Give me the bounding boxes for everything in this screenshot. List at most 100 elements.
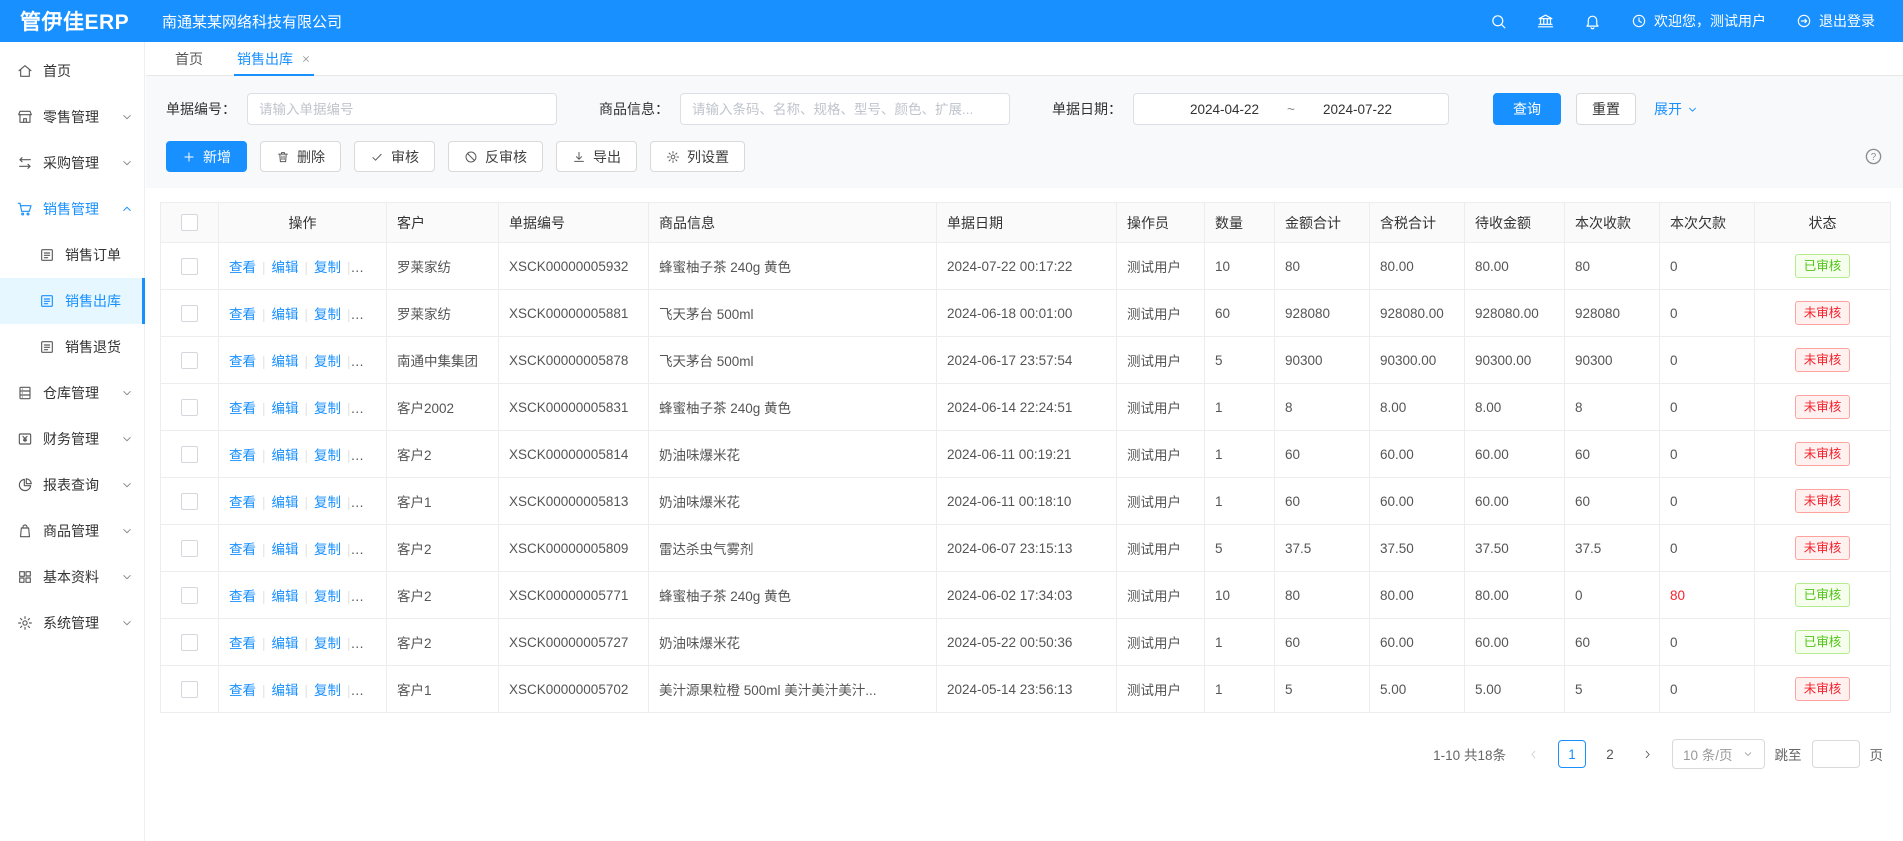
sidebar-item-sales-outbound[interactable]: 销售出库: [0, 278, 144, 324]
action-copy-link[interactable]: 复制: [314, 683, 341, 698]
action-edit-link[interactable]: 编辑: [272, 307, 299, 322]
status-cell: 未审核: [1755, 337, 1891, 384]
page-size-select[interactable]: 10 条/页: [1672, 739, 1765, 769]
tax_total-cell: 90300.00: [1370, 337, 1465, 384]
unaudit-button[interactable]: 反审核: [448, 141, 543, 172]
receivable-cell: 90300.00: [1465, 337, 1565, 384]
action-view-link[interactable]: 查看: [229, 260, 256, 275]
action-copy-link[interactable]: 复制: [314, 589, 341, 604]
row-checkbox[interactable]: [181, 587, 198, 604]
prev-page-button[interactable]: [1520, 740, 1548, 768]
tab-sales-outbound[interactable]: 销售出库: [220, 42, 328, 75]
action-copy-link[interactable]: 复制: [314, 448, 341, 463]
delete-button[interactable]: 删除: [260, 141, 341, 172]
action-view-link[interactable]: 查看: [229, 448, 256, 463]
reset-button[interactable]: 重置: [1576, 93, 1636, 125]
sidebar-item-basic-data[interactable]: 基本资料: [0, 554, 144, 600]
row-checkbox[interactable]: [181, 446, 198, 463]
action-view-link[interactable]: 查看: [229, 354, 256, 369]
row-checkbox[interactable]: [181, 540, 198, 557]
product-info-input[interactable]: [680, 93, 1010, 125]
sidebar-item-warehouse-mgmt[interactable]: 仓库管理: [0, 370, 144, 416]
page-number-button[interactable]: 2: [1596, 740, 1624, 768]
search-icon[interactable]: [1490, 13, 1507, 30]
action-view-link[interactable]: 查看: [229, 589, 256, 604]
action-copy-link[interactable]: 复制: [314, 542, 341, 557]
sidebar-item-home[interactable]: 首页: [0, 48, 144, 94]
column-header: 客户: [387, 203, 499, 243]
logout-button[interactable]: 退出登录: [1796, 11, 1875, 31]
sidebar-item-system-mgmt[interactable]: 系统管理: [0, 600, 144, 646]
row-checkbox[interactable]: [181, 352, 198, 369]
action-view-link[interactable]: 查看: [229, 683, 256, 698]
select-all-checkbox[interactable]: [181, 214, 198, 231]
link-separator: |: [262, 589, 266, 604]
bank-icon[interactable]: [1537, 13, 1554, 30]
status-badge: 未审核: [1795, 442, 1851, 465]
next-page-button[interactable]: [1634, 740, 1662, 768]
sidebar-item-report-query[interactable]: 报表查询: [0, 462, 144, 508]
row-checkbox[interactable]: [181, 493, 198, 510]
sidebar-item-sales-order[interactable]: 销售订单: [0, 232, 144, 278]
bell-icon[interactable]: [1584, 13, 1601, 30]
row-checkbox[interactable]: [181, 681, 198, 698]
action-edit-link[interactable]: 编辑: [272, 683, 299, 698]
sidebar-item-label: 销售出库: [65, 291, 121, 311]
action-view-link[interactable]: 查看: [229, 401, 256, 416]
page-number-button[interactable]: 1: [1558, 740, 1586, 768]
action-edit-link[interactable]: 编辑: [272, 636, 299, 651]
audit-button[interactable]: 审核: [354, 141, 435, 172]
welcome-user[interactable]: 欢迎您，测试用户: [1631, 11, 1766, 31]
operator-cell: 测试用户: [1117, 666, 1205, 713]
action-copy-link[interactable]: 复制: [314, 307, 341, 322]
tab-home[interactable]: 首页: [158, 42, 220, 75]
add-button[interactable]: 新增: [166, 141, 247, 172]
row-checkbox[interactable]: [181, 258, 198, 275]
link-separator: |: [347, 448, 351, 463]
order-no-input[interactable]: [247, 93, 557, 125]
help-icon[interactable]: ?: [1864, 147, 1883, 166]
date-range-input[interactable]: 2024-04-22 ~ 2024-07-22: [1133, 93, 1449, 125]
action-view-link[interactable]: 查看: [229, 495, 256, 510]
operator-cell: 测试用户: [1117, 290, 1205, 337]
action-view-link[interactable]: 查看: [229, 542, 256, 557]
row-checkbox[interactable]: [181, 399, 198, 416]
owed-cell: 0: [1660, 337, 1755, 384]
row-checkbox[interactable]: [181, 634, 198, 651]
status-badge: 未审核: [1795, 677, 1851, 700]
sidebar-item-product-mgmt[interactable]: 商品管理: [0, 508, 144, 554]
sidebar-item-sales-mgmt[interactable]: 销售管理: [0, 186, 144, 232]
action-view-link[interactable]: 查看: [229, 636, 256, 651]
column-header: 状态: [1755, 203, 1891, 243]
column-settings-button[interactable]: 列设置: [650, 141, 745, 172]
action-edit-link[interactable]: 编辑: [272, 542, 299, 557]
sidebar-item-finance-mgmt[interactable]: 财务管理: [0, 416, 144, 462]
action-edit-link[interactable]: 编辑: [272, 589, 299, 604]
action-copy-link[interactable]: 复制: [314, 260, 341, 275]
sidebar-item-sales-return[interactable]: 销售退货: [0, 324, 144, 370]
action-edit-link[interactable]: 编辑: [272, 448, 299, 463]
action-edit-link[interactable]: 编辑: [272, 401, 299, 416]
checkbox-cell: [161, 337, 219, 384]
action-edit-link[interactable]: 编辑: [272, 260, 299, 275]
row-checkbox[interactable]: [181, 305, 198, 322]
search-button[interactable]: 查询: [1493, 93, 1561, 125]
close-icon[interactable]: [301, 54, 311, 64]
table-row: 查看|编辑|复制|删除客户1XSCK00000005702美汁源果粒橙 500m…: [161, 666, 1891, 713]
sales-icon: [17, 201, 33, 217]
action-edit-link[interactable]: 编辑: [272, 354, 299, 369]
table-row: 查看|编辑|复制|删除罗莱家纺XSCK00000005932蜂蜜柚子茶 240g…: [161, 243, 1891, 290]
action-edit-link[interactable]: 编辑: [272, 495, 299, 510]
tax_total-cell: 8.00: [1370, 384, 1465, 431]
action-copy-link[interactable]: 复制: [314, 401, 341, 416]
action-copy-link[interactable]: 复制: [314, 354, 341, 369]
sidebar-item-purchase-mgmt[interactable]: 采购管理: [0, 140, 144, 186]
expand-link[interactable]: 展开: [1654, 99, 1699, 119]
chevron-down-icon: [120, 386, 134, 400]
jump-page-input[interactable]: [1812, 740, 1860, 768]
action-copy-link[interactable]: 复制: [314, 636, 341, 651]
sidebar-item-retail-mgmt[interactable]: 零售管理: [0, 94, 144, 140]
action-view-link[interactable]: 查看: [229, 307, 256, 322]
action-copy-link[interactable]: 复制: [314, 495, 341, 510]
export-button[interactable]: 导出: [556, 141, 637, 172]
